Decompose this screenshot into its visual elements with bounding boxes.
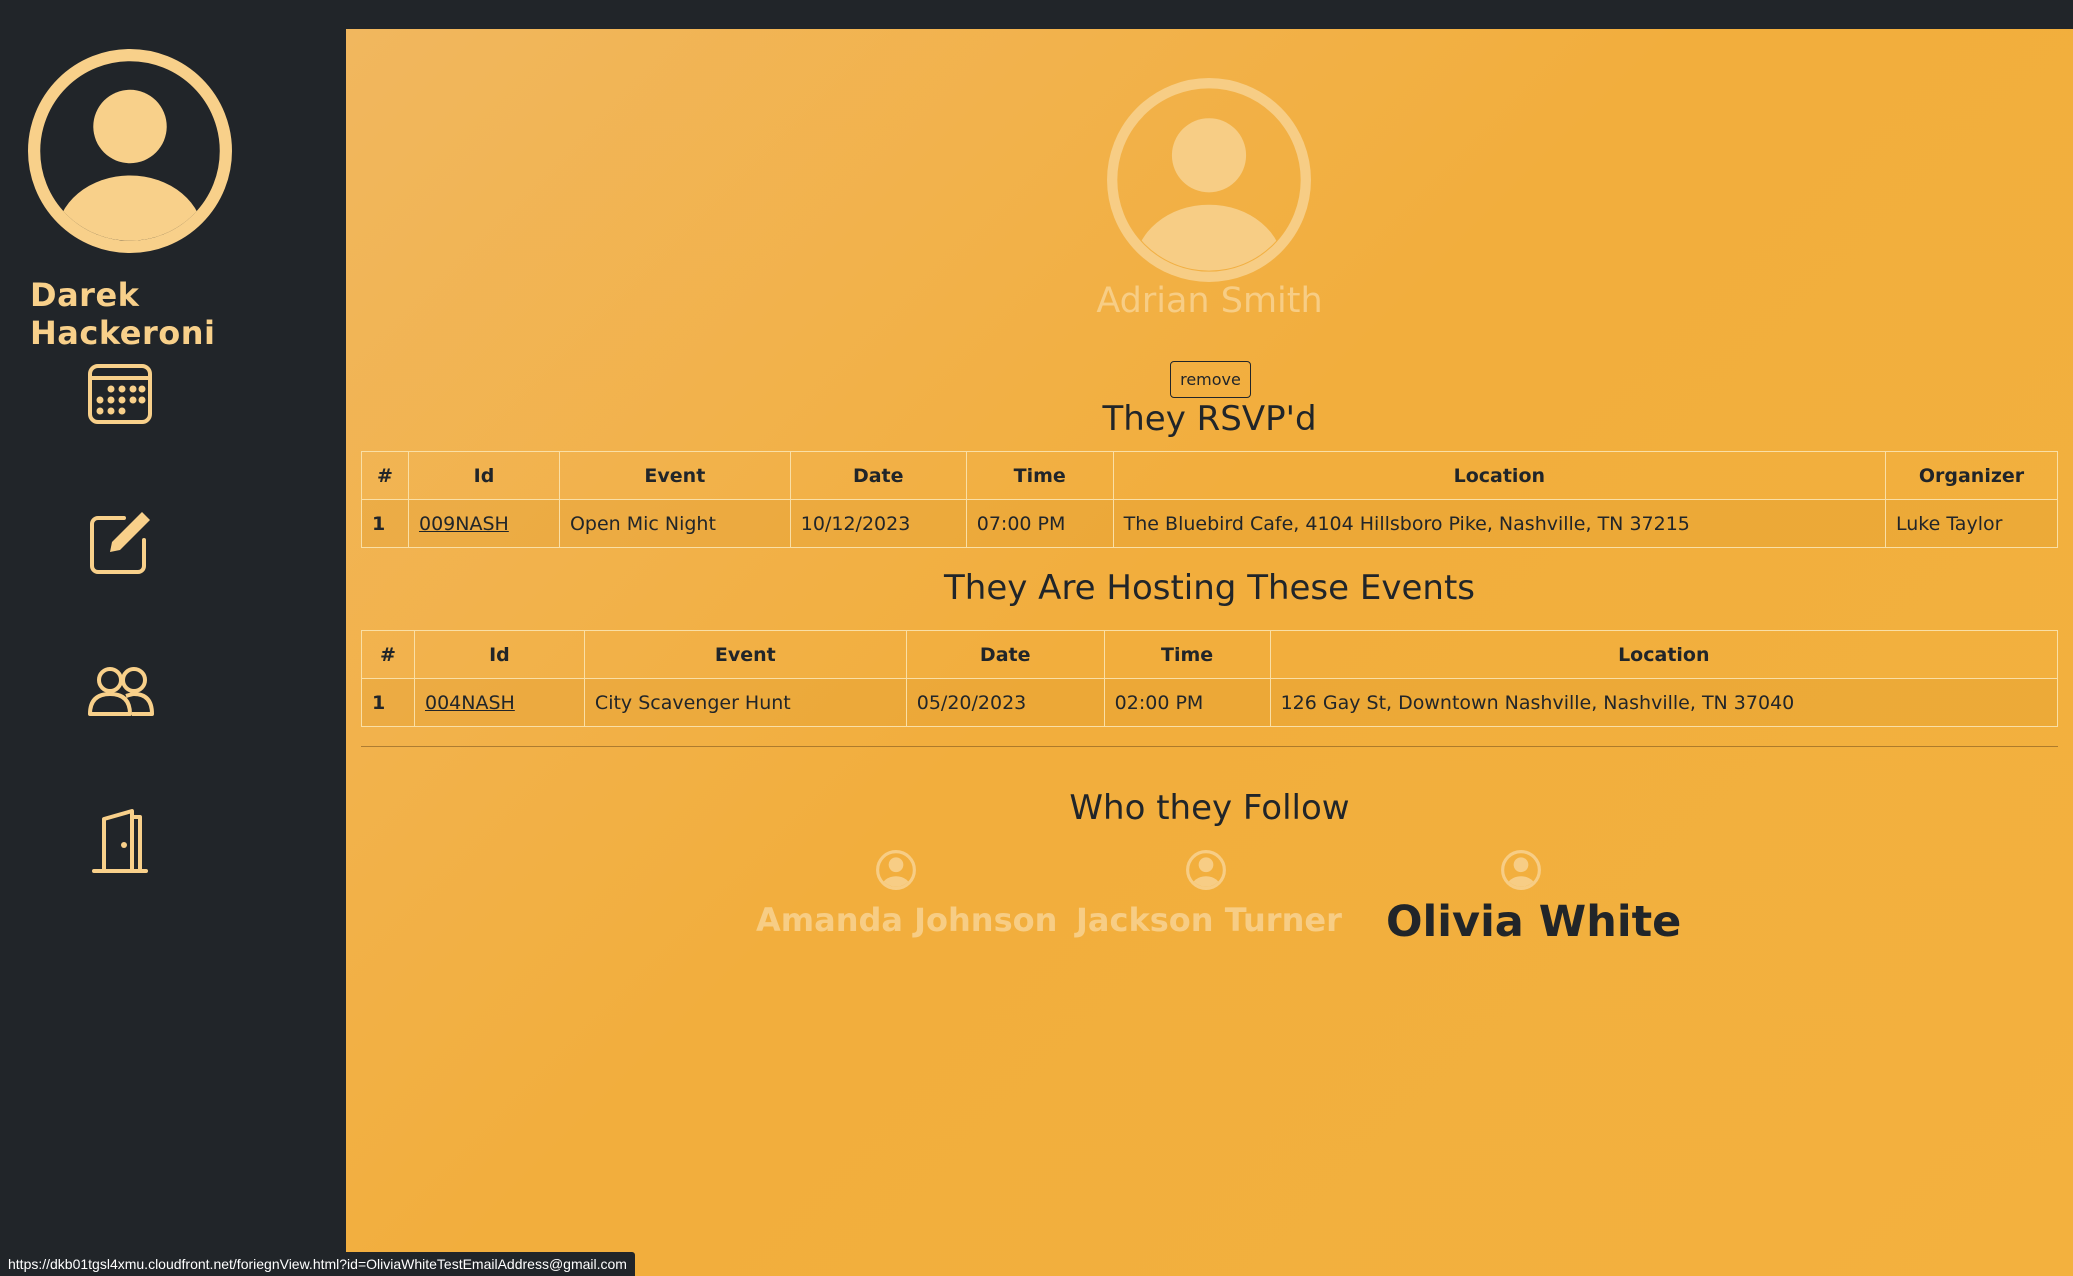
cell-location: 126 Gay St, Downtown Nashville, Nashvill… bbox=[1269, 678, 2059, 727]
table-row: 1 009NASH Open Mic Night 10/12/2023 07:0… bbox=[361, 499, 2058, 548]
remove-button[interactable]: remove bbox=[1170, 361, 1251, 398]
follow-name: Olivia White bbox=[1386, 897, 1682, 947]
col-header: Id bbox=[407, 451, 560, 500]
follow-item-jackson-turner[interactable]: Jackson Turner bbox=[1076, 849, 1342, 939]
people-icon[interactable] bbox=[84, 656, 156, 728]
table-header-row: # Id Event Date Time Location Organizer bbox=[361, 451, 2058, 500]
col-header: Event bbox=[558, 451, 791, 500]
divider bbox=[361, 746, 2058, 747]
col-header: Location bbox=[1269, 630, 2059, 679]
cell-date: 10/12/2023 bbox=[789, 499, 967, 548]
cell-location: The Bluebird Cafe, 4104 Hillsboro Pike, … bbox=[1112, 499, 1887, 548]
event-id-link[interactable]: 009NASH bbox=[419, 513, 509, 535]
col-header: # bbox=[361, 630, 415, 679]
user-name: Darek Hackeroni bbox=[30, 276, 216, 352]
hosting-table: # Id Event Date Time Location 1 004NASH … bbox=[361, 630, 2059, 727]
profile-name: Adrian Smith bbox=[1096, 281, 1323, 321]
edit-icon[interactable] bbox=[84, 506, 156, 578]
following-title: Who they Follow bbox=[1069, 788, 1350, 828]
col-header: Time bbox=[965, 451, 1114, 500]
person-icon bbox=[876, 850, 916, 890]
col-header: Id bbox=[413, 630, 585, 679]
col-header: # bbox=[361, 451, 409, 500]
cell-date: 05/20/2023 bbox=[905, 678, 1105, 727]
col-header: Organizer bbox=[1885, 451, 2058, 500]
cell-id: 009NASH bbox=[407, 499, 560, 548]
cell-time: 07:00 PM bbox=[965, 499, 1114, 548]
rsvp-table: # Id Event Date Time Location Organizer … bbox=[361, 451, 2058, 548]
cell-event: City Scavenger Hunt bbox=[583, 678, 907, 727]
table-row: 1 004NASH City Scavenger Hunt 05/20/2023… bbox=[361, 678, 2059, 727]
col-header: Time bbox=[1103, 630, 1271, 679]
follow-name: Jackson Turner bbox=[1076, 901, 1342, 939]
follow-item-olivia-white[interactable]: Olivia White bbox=[1386, 849, 1682, 947]
calendar-icon[interactable] bbox=[84, 356, 156, 428]
follow-name: Amanda Johnson bbox=[756, 901, 1058, 939]
cell-index: 1 bbox=[361, 499, 409, 548]
cell-id: 004NASH bbox=[413, 678, 585, 727]
table-header-row: # Id Event Date Time Location bbox=[361, 630, 2059, 679]
follow-item-amanda-johnson[interactable]: Amanda Johnson bbox=[756, 849, 1058, 939]
main-content: Adrian Smith remove They RSVP'd # Id Eve… bbox=[346, 29, 2073, 1276]
cell-organizer: Luke Taylor bbox=[1885, 499, 2058, 548]
event-id-link[interactable]: 004NASH bbox=[425, 692, 515, 714]
sidebar: Darek Hackeroni bbox=[0, 29, 346, 1276]
top-bar bbox=[0, 0, 2073, 29]
door-icon[interactable] bbox=[84, 805, 156, 877]
person-icon bbox=[1186, 850, 1226, 890]
cell-time: 02:00 PM bbox=[1103, 678, 1271, 727]
cell-index: 1 bbox=[361, 678, 415, 727]
col-header: Event bbox=[583, 630, 907, 679]
cell-event: Open Mic Night bbox=[558, 499, 791, 548]
col-header: Location bbox=[1112, 451, 1887, 500]
status-bar-url: https://dkb01tgsl4xmu.cloudfront.net/for… bbox=[0, 1252, 635, 1276]
person-icon bbox=[1501, 850, 1541, 890]
col-header: Date bbox=[789, 451, 967, 500]
user-avatar-icon[interactable] bbox=[28, 49, 232, 253]
rsvp-title: They RSVP'd bbox=[1102, 399, 1317, 439]
col-header: Date bbox=[905, 630, 1105, 679]
hosting-title: They Are Hosting These Events bbox=[944, 568, 1475, 608]
profile-avatar-icon bbox=[1107, 78, 1311, 282]
